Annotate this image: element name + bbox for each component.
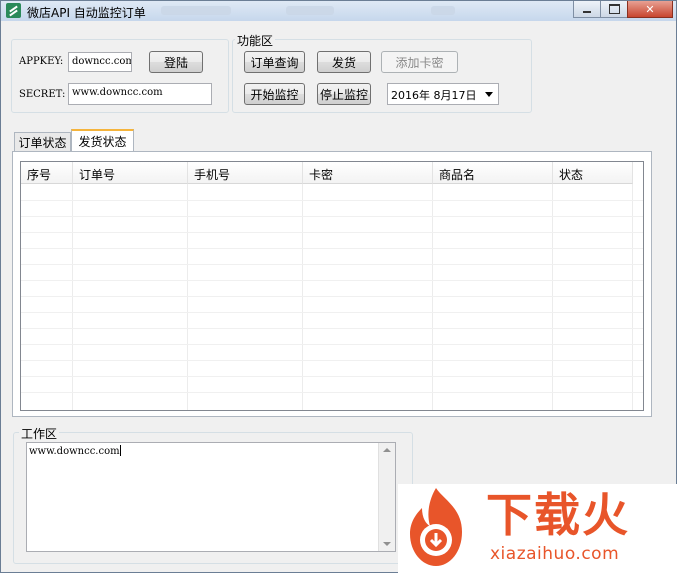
row-divider — [21, 216, 643, 217]
table-header: 序号 订单号 手机号 卡密 商品名 状态 — [21, 162, 633, 184]
column-header-index[interactable]: 序号 — [21, 162, 73, 184]
secret-input[interactable]: www.downcc.com — [68, 83, 212, 105]
window-title: 微店API 自动监控订单 — [27, 6, 146, 20]
row-divider — [21, 264, 643, 265]
tab-panel: 序号 订单号 手机号 卡密 商品名 状态 — [12, 151, 652, 417]
tab-ship-status[interactable]: 发货状态 — [71, 129, 134, 152]
login-button[interactable]: 登陆 — [149, 51, 203, 73]
row-divider — [21, 248, 643, 249]
row-divider — [21, 376, 643, 377]
watermark-url: xiazaihuo.com — [490, 544, 620, 564]
maximize-button[interactable] — [600, 1, 628, 18]
work-area-title: 工作区 — [19, 425, 60, 442]
title-blurred-region — [431, 6, 455, 15]
scroll-up-icon[interactable] — [383, 448, 391, 452]
maximize-icon — [608, 4, 620, 14]
work-area-log[interactable]: www.downcc.com — [26, 442, 396, 552]
row-divider — [21, 312, 643, 313]
column-header-phone[interactable]: 手机号 — [188, 162, 303, 184]
row-divider — [21, 360, 643, 361]
chevron-down-icon[interactable] — [485, 92, 493, 97]
stop-monitor-button[interactable]: 停止监控 — [317, 83, 371, 105]
minimize-icon — [583, 11, 591, 13]
date-value: 2016年 8月17日 — [391, 89, 477, 102]
order-query-button[interactable]: 订单查询 — [244, 51, 305, 73]
row-divider — [21, 232, 643, 233]
close-icon: ✕ — [645, 2, 655, 16]
row-divider — [21, 280, 643, 281]
order-table[interactable]: 序号 订单号 手机号 卡密 商品名 状态 — [20, 161, 644, 411]
text-caret — [119, 445, 121, 456]
row-divider — [21, 344, 643, 345]
tab-order-status[interactable]: 订单状态 — [14, 132, 71, 152]
watermark-logo: 下载火 xiazaihuo.com — [398, 484, 677, 573]
start-monitor-button[interactable]: 开始监控 — [244, 83, 305, 105]
column-header-product[interactable]: 商品名 — [433, 162, 553, 184]
close-button[interactable]: ✕ — [627, 1, 673, 18]
log-text: www.downcc.com — [29, 446, 120, 457]
secret-label: SECRET: — [19, 89, 66, 100]
minimize-button[interactable] — [573, 1, 601, 18]
add-card-button[interactable]: 添加卡密 — [381, 51, 458, 73]
function-group-title: 功能区 — [235, 32, 276, 49]
row-divider — [21, 200, 643, 201]
watermark-brand: 下载火 — [486, 488, 630, 542]
appkey-label: APPKEY: — [19, 56, 64, 67]
appkey-input[interactable]: downcc.com — [68, 52, 132, 72]
column-header-order-no[interactable]: 订单号 — [73, 162, 188, 184]
date-picker[interactable]: 2016年 8月17日 — [387, 83, 499, 105]
column-header-card[interactable]: 卡密 — [303, 162, 433, 184]
title-blurred-region — [161, 6, 231, 15]
flame-icon — [410, 488, 462, 566]
row-divider — [21, 296, 643, 297]
app-icon — [6, 3, 21, 18]
column-header-status[interactable]: 状态 — [553, 162, 633, 184]
title-blurred-region — [286, 6, 334, 15]
log-scrollbar[interactable] — [378, 443, 395, 551]
row-divider — [21, 392, 643, 393]
ship-button[interactable]: 发货 — [317, 51, 371, 73]
scroll-down-icon[interactable] — [383, 542, 391, 546]
row-divider — [21, 328, 643, 329]
title-bar[interactable]: 微店API 自动监控订单 ✕ — [1, 1, 676, 21]
